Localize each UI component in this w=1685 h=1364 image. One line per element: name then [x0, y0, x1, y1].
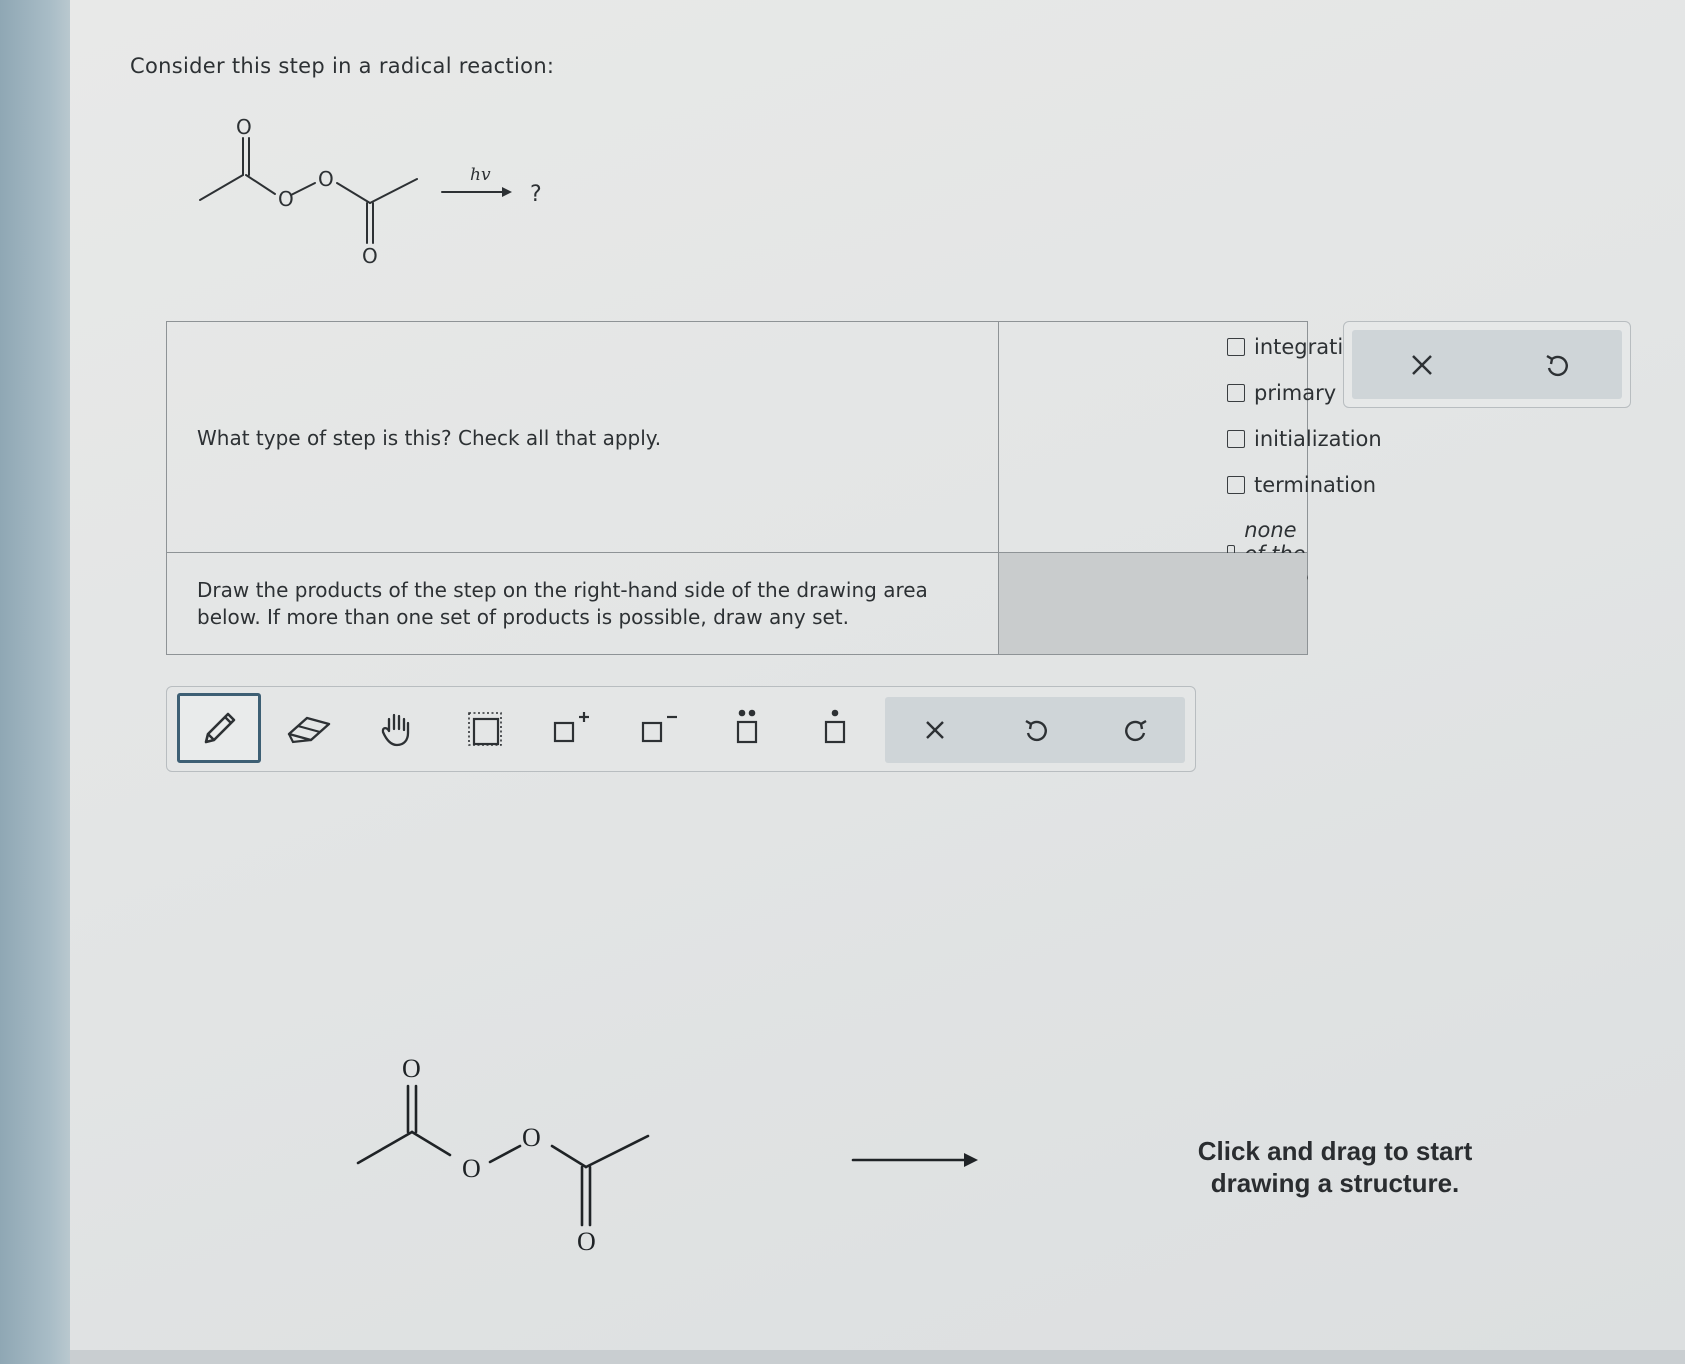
undo-drawing-button[interactable]: [1011, 705, 1061, 755]
bottom-edge: [70, 1350, 1685, 1364]
canvas-ester-oxygen[interactable]: O: [462, 1154, 481, 1183]
option-label: primary: [1254, 381, 1337, 405]
reactant-carbonyl-oxygen: O: [236, 115, 252, 139]
selection-tool-button[interactable]: [453, 699, 517, 759]
option-label: initialization: [1254, 427, 1382, 451]
hv-label: hv: [470, 165, 491, 185]
options-cell: integration primary initialization termi…: [999, 322, 1382, 590]
checkbox[interactable]: [1227, 476, 1245, 494]
radical-icon: [824, 709, 846, 744]
answer-status-cell: [999, 553, 1307, 654]
reaction-scheme: O O O O hv ?: [199, 115, 542, 268]
hand-icon: [381, 713, 410, 747]
checkbox[interactable]: [1227, 338, 1245, 356]
option-initialization[interactable]: initialization: [1227, 427, 1382, 451]
checkbox[interactable]: [1227, 384, 1245, 402]
redo-icon: [1125, 719, 1147, 742]
radical-tool-button[interactable]: [803, 699, 867, 759]
step-type-question: What type of step is this? Check all tha…: [197, 426, 662, 450]
canvas-carbonyl-oxygen[interactable]: O: [402, 1054, 421, 1083]
clear-answer-button[interactable]: [1397, 340, 1447, 390]
undo-icon: [1546, 354, 1568, 377]
option-primary[interactable]: primary: [1227, 381, 1336, 405]
drawing-hint: Click and drag to start drawing a struct…: [1197, 1136, 1473, 1198]
positive-charge-icon: [553, 712, 589, 743]
draw-products-instructions: Draw the products of the step on the rig…: [197, 578, 928, 629]
pencil-icon: [204, 712, 236, 744]
clear-drawing-button[interactable]: [910, 705, 960, 755]
clear-icon: [926, 721, 944, 739]
reactant-carbonyl-oxygen-2: O: [362, 244, 378, 268]
undo-answer-button[interactable]: [1532, 340, 1582, 390]
question-cell-draw-products: Draw the products of the step on the rig…: [167, 553, 999, 654]
undo-icon: [1025, 719, 1047, 742]
negative-charge-icon: [641, 715, 677, 743]
toolbar-actions: [885, 697, 1185, 763]
close-icon: [1412, 355, 1432, 375]
canvas-reactant-structure[interactable]: O O O O: [350, 1050, 1010, 1270]
eraser-tool-button[interactable]: [277, 699, 341, 759]
canvas-peroxide-oxygen[interactable]: O: [522, 1123, 541, 1152]
selection-box-icon: [468, 712, 502, 746]
left-sidebar: [0, 0, 70, 1364]
lone-pair-tool-button[interactable]: [715, 699, 779, 759]
eraser-icon: [287, 716, 331, 744]
option-label: termination: [1254, 473, 1377, 497]
question-cell-step-type: What type of step is this? Check all tha…: [167, 322, 999, 553]
positive-charge-tool-button[interactable]: [539, 699, 603, 759]
checkbox[interactable]: [1227, 430, 1245, 448]
option-termination[interactable]: termination: [1227, 473, 1376, 497]
hand-tool-button[interactable]: [365, 699, 429, 759]
answer-actions-bar: [1352, 330, 1622, 399]
reactant-ester-oxygen: O: [278, 187, 294, 211]
lone-pair-icon: [736, 709, 758, 744]
answer-actions-panel: [1343, 321, 1631, 408]
negative-charge-tool-button[interactable]: [627, 699, 691, 759]
drawing-toolbar: [166, 686, 1196, 772]
question-table: What type of step is this? Check all tha…: [166, 321, 1382, 655]
question-prompt: Consider this step in a radical reaction…: [130, 54, 555, 78]
product-placeholder: ?: [530, 182, 542, 207]
pencil-tool-button[interactable]: [177, 693, 261, 763]
reactant-peroxide-oxygen: O: [318, 167, 334, 191]
redo-drawing-button[interactable]: [1111, 705, 1161, 755]
canvas-carbonyl-oxygen-2[interactable]: O: [577, 1227, 596, 1256]
